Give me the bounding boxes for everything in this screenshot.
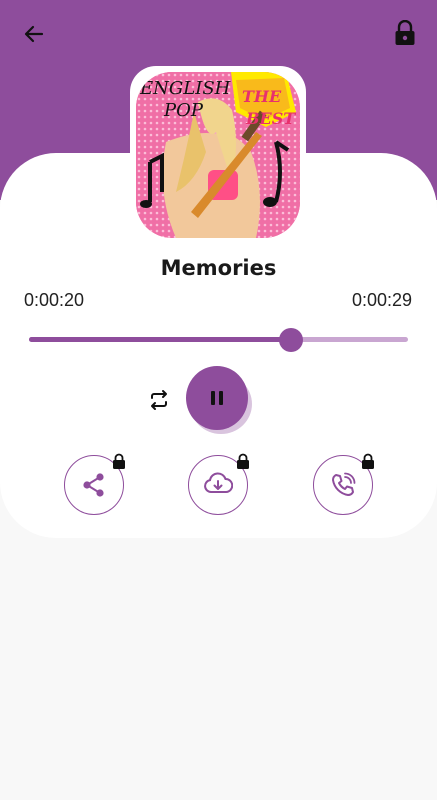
album-art-text-line1: ENGLISH xyxy=(139,78,231,99)
elapsed-time: 0:00:20 xyxy=(24,290,85,310)
pause-icon xyxy=(211,391,223,405)
album-art-badge-line1: THE xyxy=(242,87,282,106)
seek-bar[interactable] xyxy=(29,328,408,352)
lock-icon xyxy=(237,453,249,469)
seek-progress xyxy=(29,337,291,342)
lock-icon xyxy=(395,20,415,45)
cloud-download-icon xyxy=(204,472,233,493)
album-art-frame: ENGLISH POP THE BEST xyxy=(130,66,306,244)
back-button[interactable] xyxy=(18,18,50,50)
play-pause-button[interactable] xyxy=(184,364,254,436)
song-title: Memories xyxy=(160,256,277,280)
album-art-text-line2: POP xyxy=(163,100,204,121)
repeat-button[interactable] xyxy=(145,386,173,414)
download-lock-badge xyxy=(235,452,251,470)
album-art-badge-line2: BEST xyxy=(245,109,296,128)
share-button[interactable] xyxy=(64,452,127,515)
repeat-icon xyxy=(151,390,167,410)
set-ringtone-button[interactable] xyxy=(313,452,376,515)
seek-thumb[interactable] xyxy=(278,328,303,352)
phone-ring-icon xyxy=(332,472,356,496)
album-art: ENGLISH POP THE BEST xyxy=(136,72,300,238)
share-lock-badge xyxy=(111,452,127,470)
lock-icon xyxy=(362,453,374,469)
download-button[interactable] xyxy=(188,452,251,515)
lock-icon xyxy=(113,453,125,469)
share-icon xyxy=(83,473,104,497)
ringtone-lock-badge xyxy=(360,452,376,470)
play-button-circle xyxy=(186,366,248,430)
total-duration: 0:00:29 xyxy=(351,290,412,310)
arrow-left-icon xyxy=(24,25,44,43)
lock-button[interactable] xyxy=(389,16,421,50)
album-art-illustration: ENGLISH POP THE BEST xyxy=(136,72,300,238)
